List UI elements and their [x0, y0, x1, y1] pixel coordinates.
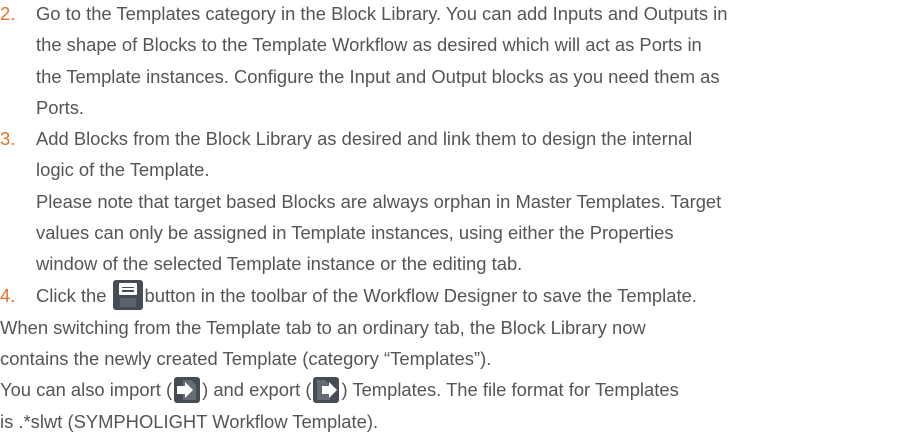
text-before-icon: Click the [36, 284, 107, 306]
list-item-step-2: 2. Go to the Templates category in the B… [0, 0, 904, 123]
step-text: Go to the Templates category in the Bloc… [36, 0, 904, 123]
step-number: 4. [0, 284, 16, 306]
text-line: Go to the Templates category in the Bloc… [36, 3, 728, 24]
paragraph-line: When switching from the Template tab to … [0, 316, 646, 338]
step-text: Click the button in the toolbar of the Wo… [36, 279, 904, 312]
import-text: You can also import ( [0, 379, 173, 401]
text-line: Ports. [36, 96, 85, 118]
paragraph-line: contains the newly created Template (cat… [0, 348, 492, 370]
text-after-icon: button in the toolbar of the Workflow De… [144, 284, 697, 306]
import-icon [174, 376, 201, 403]
import-export-line: You can also import ( ) and export ( ) Tem… [0, 374, 904, 405]
note-line: values can only be assigned in Template … [36, 222, 674, 244]
export-icon [313, 376, 340, 403]
text-line: the shape of Blocks to the Template Work… [36, 34, 702, 56]
note-line: Please note that target based Blocks are… [36, 190, 722, 212]
text-line: Click the button in the toolbar of the Wo… [36, 279, 904, 312]
list-item-step-4: 4. Click the button in the toolbar of the… [0, 279, 904, 312]
step-number: 3. [0, 128, 16, 150]
step-text: Add Blocks from the Block Library as des… [36, 123, 904, 279]
note-line: window of the selected Template instance… [36, 253, 523, 275]
list-item-step-3: 3. Add Blocks from the Block Library as … [0, 123, 904, 279]
text-line: logic of the Template. [36, 159, 210, 181]
step-number: 2. [0, 3, 16, 24]
export-text: ) and export ( [202, 379, 312, 401]
save-icon [112, 279, 143, 310]
text-line: the Template instances. Configure the In… [36, 65, 720, 87]
document-body: 2. Go to the Templates category in the B… [0, 0, 904, 437]
file-format-line: is .*slwt (SYMPHOLIGHT Workflow Template… [0, 410, 379, 432]
templates-text: ) Templates. The file format for Templat… [341, 379, 679, 401]
text-line: Add Blocks from the Block Library as des… [36, 128, 693, 150]
